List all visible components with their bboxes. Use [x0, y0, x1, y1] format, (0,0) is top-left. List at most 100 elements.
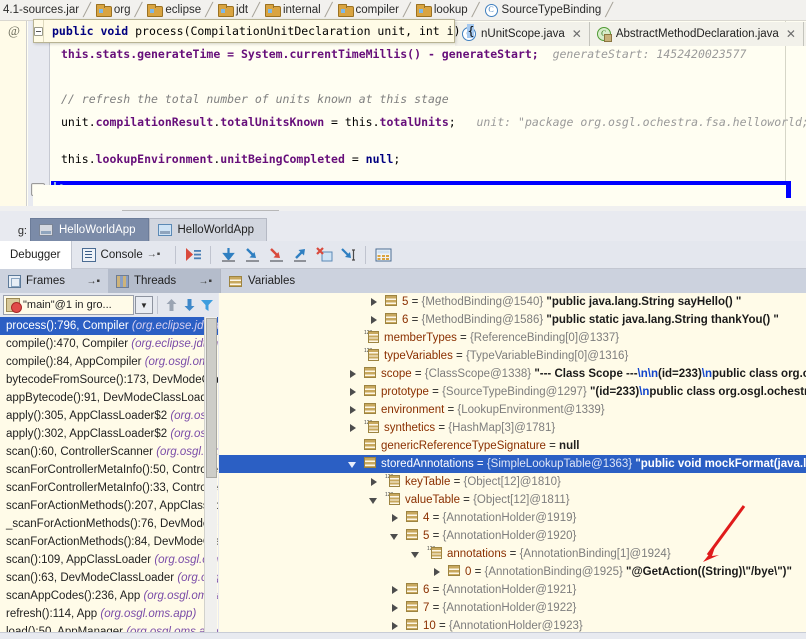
- step-into-button[interactable]: [240, 243, 264, 267]
- variable-row[interactable]: 123 memberTypes = {ReferenceBinding[0]@13…: [219, 329, 806, 347]
- breadcrumb-item-lookup[interactable]: lookup: [413, 0, 470, 20]
- run-configuration-tabs[interactable]: g: HelloWorldApp HelloWorldApp: [0, 218, 806, 241]
- thread-selector-dropdown-arrow[interactable]: ▼: [135, 296, 154, 314]
- frames-scrollbar[interactable]: [204, 317, 217, 639]
- tab-debugger[interactable]: Debugger: [0, 240, 72, 269]
- filter-frames-button[interactable]: [198, 296, 216, 314]
- show-execution-point-button[interactable]: [181, 243, 205, 267]
- expand-twisty-icon[interactable]: [369, 311, 380, 329]
- expand-twisty-icon[interactable]: [390, 599, 401, 617]
- variable-equals: =: [411, 368, 425, 380]
- tab-threads[interactable]: Threads →▪: [108, 269, 220, 293]
- frame-row[interactable]: scanAppCodes():236, App (org.osgl.oms.a: [0, 587, 218, 605]
- frames-list[interactable]: process():796, Compiler (org.eclipse.jdt…: [0, 317, 218, 639]
- variable-row[interactable]: genericReferenceTypeSignature = null: [219, 437, 806, 455]
- frames-pin-icon[interactable]: →▪: [86, 276, 100, 287]
- expand-twisty-icon[interactable]: [348, 401, 359, 419]
- editor-file-tabs[interactable]: CnUnitScope.java✕CAbstractMethodDeclarat…: [455, 22, 806, 46]
- expand-twisty-icon[interactable]: [369, 293, 380, 311]
- variable-row[interactable]: 123 keyTable = {Object[12]@1810}: [219, 473, 806, 491]
- editor-code-lines[interactable]: this.stats.generateTime = System.current…: [51, 21, 806, 206]
- variable-row[interactable]: 123 typeVariables = {TypeVariableBinding[…: [219, 347, 806, 365]
- frame-row[interactable]: apply():302, AppClassLoader$2 (org.osgl.: [0, 425, 218, 443]
- variable-row[interactable]: 5 = {MethodBinding@1540} "public java.la…: [219, 293, 806, 311]
- expand-twisty-icon[interactable]: [348, 365, 359, 383]
- expand-twisty-icon[interactable]: [369, 473, 380, 491]
- collapse-twisty-icon[interactable]: [411, 545, 422, 563]
- frame-row[interactable]: compile():470, Compiler (org.eclipse.jdt…: [0, 335, 218, 353]
- breadcrumb-item-eclipse[interactable]: eclipse: [144, 0, 203, 20]
- breadcrumb-item-internal[interactable]: internal: [262, 0, 323, 20]
- expand-twisty-icon[interactable]: [348, 383, 359, 401]
- variable-row[interactable]: 0 = {AnnotationBinding@1925} "@GetAction…: [219, 563, 806, 581]
- variable-row[interactable]: 123 synthetics = {HashMap[3]@1781}: [219, 419, 806, 437]
- breadcrumb-item-4-1-sources-jar[interactable]: 4.1-sources.jar: [0, 0, 81, 20]
- variable-row[interactable]: 4 = {AnnotationHolder@1919}: [219, 509, 806, 527]
- debug-subpanel-headers[interactable]: Frames →▪ Threads →▪ Variables: [0, 269, 806, 293]
- variable-row[interactable]: prototype = {SourceTypeBinding@1297} "(i…: [219, 383, 806, 401]
- variables-tree[interactable]: 5 = {MethodBinding@1540} "public java.la…: [219, 293, 806, 639]
- frame-row[interactable]: process():796, Compiler (org.eclipse.jdt…: [0, 317, 218, 335]
- frame-row[interactable]: scanForControllerMetaInfo():50, Controll…: [0, 461, 218, 479]
- file-tab-1[interactable]: C AbstractMethodDeclaration.java ✕: [589, 22, 804, 46]
- variable-row[interactable]: 6 = {MethodBinding@1586} "public static …: [219, 311, 806, 329]
- variable-row[interactable]: scope = {ClassScope@1338} "--- Class Sco…: [219, 365, 806, 383]
- breadcrumb-item-org[interactable]: org: [93, 0, 133, 20]
- step-out-button[interactable]: [288, 243, 312, 267]
- variable-row[interactable]: 5 = {AnnotationHolder@1920}: [219, 527, 806, 545]
- frame-row[interactable]: scan():63, DevModeClassLoader (org.osg: [0, 569, 218, 587]
- frame-row[interactable]: scanForActionMethods():207, AppClassLo: [0, 497, 218, 515]
- run-tab-0[interactable]: HelloWorldApp: [30, 218, 149, 241]
- collapse-twisty-icon[interactable]: [390, 527, 401, 545]
- frame-row[interactable]: _scanForActionMethods():76, DevModeC: [0, 515, 218, 533]
- variable-row[interactable]: 7 = {AnnotationHolder@1922}: [219, 599, 806, 617]
- variable-row[interactable]: 6 = {AnnotationHolder@1921}: [219, 581, 806, 599]
- evaluate-expression-button[interactable]: [371, 243, 395, 267]
- move-down-button[interactable]: [180, 296, 198, 314]
- close-icon[interactable]: ✕: [572, 28, 582, 40]
- threads-pin-icon[interactable]: →▪: [198, 276, 212, 287]
- frame-row[interactable]: scan():60, ControllerScanner (org.osgl.o…: [0, 443, 218, 461]
- frame-row[interactable]: compile():84, AppCompiler (org.osgl.oms.: [0, 353, 218, 371]
- file-tab-0[interactable]: CnUnitScope.java✕: [455, 22, 590, 46]
- variable-row[interactable]: 123 valueTable = {Object[12]@1811}: [219, 491, 806, 509]
- run-tab-1[interactable]: HelloWorldApp: [148, 218, 267, 241]
- collapse-twisty-icon[interactable]: [369, 491, 380, 509]
- frame-row[interactable]: scanForControllerMetaInfo():33, Controll…: [0, 479, 218, 497]
- frames-toolbar[interactable]: "main"@1 in gro... ▼: [0, 293, 218, 317]
- frame-row[interactable]: scan():109, AppClassLoader (org.osgl.oms: [0, 551, 218, 569]
- frame-row[interactable]: apply():305, AppClassLoader$2 (org.osgl.: [0, 407, 218, 425]
- move-up-button[interactable]: [162, 296, 180, 314]
- expand-twisty-icon[interactable]: [348, 419, 359, 437]
- close-icon[interactable]: ✕: [786, 28, 796, 40]
- breadcrumb-item-jdt[interactable]: jdt: [215, 0, 250, 20]
- expand-twisty-icon[interactable]: [390, 581, 401, 599]
- variable-row[interactable]: 123 annotations = {AnnotationBinding[1]@1…: [219, 545, 806, 563]
- pin-icon[interactable]: →▪: [147, 249, 161, 260]
- expand-twisty-icon[interactable]: [390, 509, 401, 527]
- code-editor[interactable]: this.stats.generateTime = System.current…: [0, 21, 806, 206]
- editor-fold-gutter[interactable]: [28, 21, 50, 206]
- variable-row[interactable]: environment = {LookupEnvironment@1339}: [219, 401, 806, 419]
- frame-row[interactable]: bytecodeFromSource():173, DevModeCla: [0, 371, 218, 389]
- field-icon: [385, 295, 397, 306]
- debugger-toolbar[interactable]: Debugger Console →▪: [0, 240, 806, 269]
- step-over-button[interactable]: [216, 243, 240, 267]
- expand-twisty-icon[interactable]: [432, 563, 443, 581]
- frame-row[interactable]: refresh():114, App (org.osgl.oms.app): [0, 605, 218, 623]
- tab-console[interactable]: Console →▪: [72, 241, 171, 269]
- collapse-twisty-icon[interactable]: [348, 455, 359, 473]
- tab-variables[interactable]: Variables: [220, 269, 806, 293]
- run-to-cursor-button[interactable]: [336, 243, 360, 267]
- breadcrumb-item-sourcetypebinding[interactable]: C SourceTypeBinding: [482, 0, 604, 20]
- thread-selector-combo[interactable]: "main"@1 in gro...: [3, 295, 135, 315]
- drop-frame-button[interactable]: [312, 243, 336, 267]
- frames-scrollbar-thumb[interactable]: [206, 318, 217, 478]
- frame-row[interactable]: appBytecode():91, DevModeClassLoader: [0, 389, 218, 407]
- frame-row[interactable]: scanForActionMethods():84, DevModeCla: [0, 533, 218, 551]
- variable-row[interactable]: storedAnnotations = {SimpleLookupTable@1…: [219, 455, 806, 473]
- breadcrumb-item-compiler[interactable]: compiler: [335, 0, 401, 20]
- force-step-into-button[interactable]: [264, 243, 288, 267]
- tooltip-fold-icon[interactable]: [34, 20, 44, 42]
- tab-frames[interactable]: Frames →▪: [0, 269, 108, 293]
